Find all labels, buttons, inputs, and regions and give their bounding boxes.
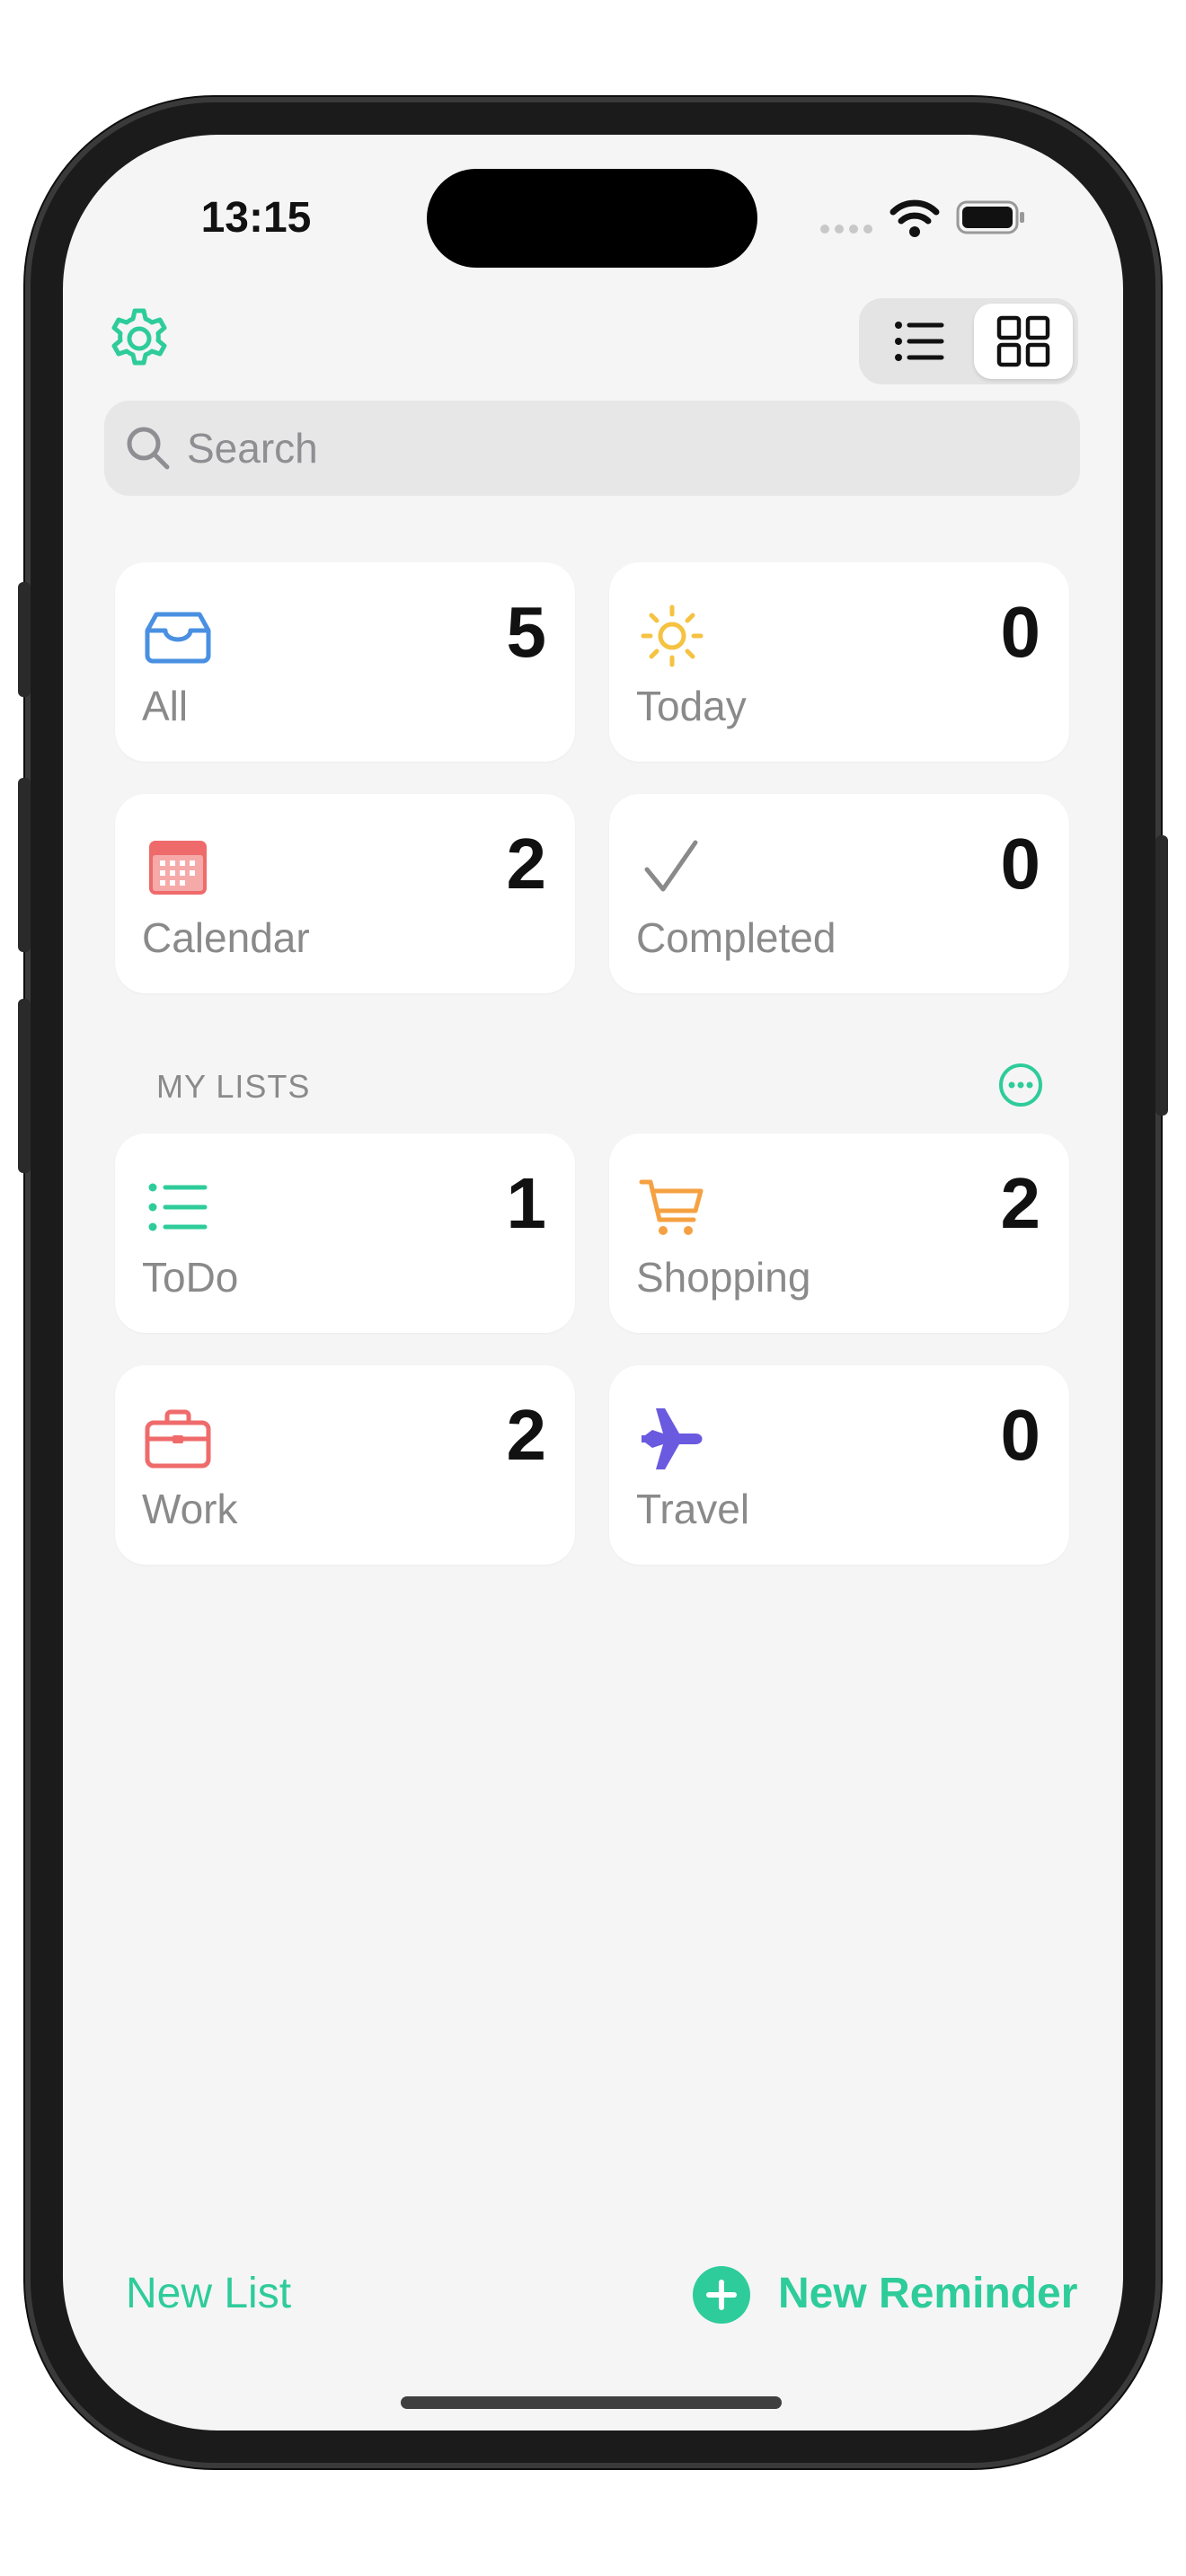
smart-list-completed[interactable]: 0 Completed bbox=[609, 794, 1069, 993]
list-item-travel[interactable]: 0 Travel bbox=[609, 1365, 1069, 1565]
dynamic-island bbox=[427, 169, 757, 268]
grid-view-icon bbox=[996, 315, 1050, 367]
power-button bbox=[1155, 835, 1168, 1116]
plus-circle-icon bbox=[693, 2266, 750, 2324]
count: 1 bbox=[506, 1163, 547, 1243]
list-view-icon bbox=[895, 322, 944, 361]
briefcase-icon bbox=[145, 1409, 211, 1469]
tray-icon bbox=[145, 612, 211, 664]
list-item-work[interactable]: 2 Work bbox=[115, 1365, 575, 1565]
volume-down-button bbox=[18, 999, 31, 1173]
sun-icon bbox=[641, 604, 704, 667]
checkmark-icon bbox=[644, 840, 698, 892]
ellipsis-circle-icon bbox=[999, 1063, 1042, 1107]
wifi-icon bbox=[890, 199, 940, 239]
new-reminder-button[interactable]: New Reminder bbox=[692, 2262, 1084, 2326]
smart-list-calendar[interactable]: 2 Calendar bbox=[115, 794, 575, 993]
list-item-shopping[interactable]: 2 Shopping bbox=[609, 1134, 1069, 1333]
search-placeholder: Search bbox=[187, 425, 318, 472]
label: Completed bbox=[636, 914, 836, 961]
calendar-icon bbox=[149, 841, 207, 895]
count: 0 bbox=[1000, 824, 1041, 904]
cellular-signal-icon bbox=[819, 223, 873, 234]
smart-list-today[interactable]: 0 Today bbox=[609, 562, 1069, 762]
label: Work bbox=[142, 1486, 238, 1532]
action-button bbox=[18, 582, 31, 697]
smart-list-all[interactable]: 5 All bbox=[115, 562, 575, 762]
label: Shopping bbox=[636, 1254, 811, 1301]
view-toggle bbox=[859, 298, 1078, 384]
status-time: 13:15 bbox=[200, 194, 312, 242]
home-indicator[interactable] bbox=[401, 2396, 782, 2409]
grid-view-button[interactable] bbox=[974, 304, 1073, 379]
battery-icon bbox=[956, 199, 1028, 235]
list-view-button[interactable] bbox=[868, 304, 967, 379]
count: 2 bbox=[506, 1395, 547, 1475]
label: All bbox=[142, 683, 189, 729]
list-item-todo[interactable]: 1 ToDo bbox=[115, 1134, 575, 1333]
label: Today bbox=[636, 683, 747, 729]
volume-up-button bbox=[18, 778, 31, 952]
count: 5 bbox=[506, 592, 547, 672]
count: 2 bbox=[506, 824, 547, 904]
search-icon bbox=[127, 427, 170, 470]
new-reminder-label: New Reminder bbox=[778, 2270, 1078, 2317]
label: ToDo bbox=[142, 1254, 239, 1301]
label: Calendar bbox=[142, 914, 310, 961]
cart-icon bbox=[639, 1179, 704, 1235]
label: Travel bbox=[636, 1486, 750, 1532]
more-options-button[interactable] bbox=[997, 1062, 1044, 1108]
my-lists-title: MY LISTS bbox=[156, 1068, 311, 1105]
count: 0 bbox=[1000, 592, 1041, 672]
search-bar[interactable]: Search bbox=[104, 401, 1080, 496]
list-icon bbox=[148, 1183, 208, 1231]
count: 0 bbox=[1000, 1395, 1041, 1475]
settings-button[interactable] bbox=[106, 305, 173, 372]
airplane-icon bbox=[642, 1408, 703, 1469]
new-list-button[interactable]: New List bbox=[126, 2267, 291, 2321]
count: 2 bbox=[1000, 1163, 1041, 1243]
gear-icon bbox=[111, 308, 167, 366]
